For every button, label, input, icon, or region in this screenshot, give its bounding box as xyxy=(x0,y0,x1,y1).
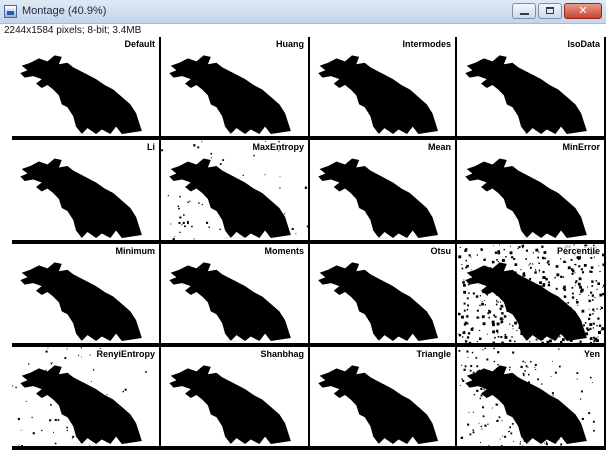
window-title: Montage (40.9%) xyxy=(22,5,107,17)
montage-cell: MinError MinError xyxy=(457,140,606,244)
thresholded-image xyxy=(318,262,439,341)
thresholded-image xyxy=(457,244,604,343)
montage-cell: Minimum Minimum xyxy=(12,244,161,347)
cell-caption: Intermodes xyxy=(372,131,393,136)
montage-cell: Moments Moments xyxy=(161,244,310,347)
foreground-shape xyxy=(318,158,439,238)
thresholded-image xyxy=(318,365,439,444)
close-button[interactable]: ✕ xyxy=(564,3,602,19)
montage-cell: Shanbhag Shanbhag xyxy=(161,347,310,450)
foreground-shape xyxy=(169,158,291,238)
montage-cell: Otsu Otsu xyxy=(310,244,457,347)
threshold-method-label: IsoData xyxy=(566,39,601,49)
montage-cell: Intermodes Intermodes xyxy=(310,37,457,140)
montage-cell: Yen Yen xyxy=(457,347,606,450)
montage-cell: Triangle Triangle xyxy=(310,347,457,450)
threshold-method-label: Moments xyxy=(263,246,305,256)
montage-cell: Percentile Percentile xyxy=(457,244,606,347)
montage-cell: Default Default xyxy=(12,37,161,140)
foreground-shape xyxy=(318,262,439,341)
threshold-method-label: Yen xyxy=(582,349,601,359)
foreground-shape xyxy=(169,365,291,444)
montage-cell: Huang Huang xyxy=(161,37,310,140)
imagej-app-icon[interactable] xyxy=(4,5,17,18)
window-titlebar[interactable]: Montage (40.9%) ✕ xyxy=(0,0,606,24)
cell-caption: Triangle xyxy=(375,441,390,446)
cell-caption: MinError xyxy=(522,235,539,240)
cell-caption: Otsu xyxy=(378,338,387,343)
foreground-shape xyxy=(169,55,291,134)
montage-cell: Li Li xyxy=(12,140,161,244)
foreground-shape xyxy=(465,55,587,134)
foreground-shape xyxy=(20,262,142,341)
threshold-method-label: Minimum xyxy=(114,246,156,256)
montage-grid: Default Default Huang Huang Intermodes Interm… xyxy=(12,37,606,450)
thresholded-image xyxy=(465,158,587,238)
minimize-button[interactable] xyxy=(512,3,536,19)
foreground-shape xyxy=(318,365,439,444)
montage-cell: RenyiEntropy RenyiEntropy xyxy=(12,347,161,450)
montage-cell: IsoData IsoData xyxy=(457,37,606,140)
thresholded-image xyxy=(465,55,587,134)
thresholded-image xyxy=(169,365,291,444)
threshold-method-label: Default xyxy=(123,39,156,49)
threshold-method-label: Huang xyxy=(275,39,305,49)
image-info-bar: 2244x1584 pixels; 8-bit; 3.4MB xyxy=(4,25,142,36)
foreground-shape xyxy=(465,158,587,238)
threshold-method-label: Intermodes xyxy=(401,39,452,49)
foreground-shape xyxy=(20,158,142,238)
montage-cell: Mean Mean xyxy=(310,140,457,244)
threshold-method-label: Shanbhag xyxy=(259,349,305,359)
threshold-method-label: Triangle xyxy=(415,349,452,359)
foreground-shape xyxy=(20,55,142,134)
window-controls: ✕ xyxy=(512,3,602,19)
foreground-shape xyxy=(169,262,291,341)
thresholded-image xyxy=(169,262,291,341)
cell-caption: Mean xyxy=(377,235,388,240)
threshold-method-label: Otsu xyxy=(429,246,452,256)
thresholded-image xyxy=(12,347,147,446)
foreground-shape xyxy=(465,365,587,444)
close-icon: ✕ xyxy=(578,5,588,17)
thresholded-image xyxy=(169,55,291,134)
thresholded-image xyxy=(318,158,439,238)
thresholded-image xyxy=(20,262,142,341)
cell-caption: Huang xyxy=(228,131,241,136)
foreground-shape xyxy=(318,55,439,134)
cell-caption: Moments xyxy=(226,338,243,343)
threshold-method-label: RenyiEntropy xyxy=(95,349,156,359)
thresholded-image xyxy=(318,55,439,134)
maximize-button[interactable] xyxy=(538,3,562,19)
thresholded-image xyxy=(20,55,142,134)
threshold-method-label: MaxEntropy xyxy=(251,142,305,152)
thresholded-image xyxy=(161,140,308,240)
maximize-icon xyxy=(546,7,554,14)
threshold-method-label: Percentile xyxy=(555,246,601,256)
minimize-icon xyxy=(520,13,529,15)
cell-caption: IsoData xyxy=(523,131,538,136)
thresholded-image xyxy=(20,158,142,238)
cell-caption: Percentile xyxy=(521,338,540,343)
cell-caption: Shanbhag xyxy=(225,441,244,446)
threshold-method-label: Mean xyxy=(426,142,452,152)
threshold-method-label: MinError xyxy=(561,142,601,152)
thresholded-image xyxy=(458,347,595,446)
cell-caption: Default xyxy=(79,131,92,136)
montage-canvas[interactable]: Default Default Huang Huang Intermodes Interm… xyxy=(12,37,606,450)
cell-caption: MaxEntropy xyxy=(223,235,246,240)
cell-caption: Li xyxy=(83,235,88,240)
threshold-method-label: Li xyxy=(146,142,156,152)
cell-caption: RenyiEntropy xyxy=(73,441,98,446)
foreground-shape xyxy=(20,365,142,444)
montage-cell: MaxEntropy MaxEntropy xyxy=(161,140,310,244)
cell-caption: Yen xyxy=(527,441,534,446)
cell-caption: Minimum xyxy=(77,338,94,343)
